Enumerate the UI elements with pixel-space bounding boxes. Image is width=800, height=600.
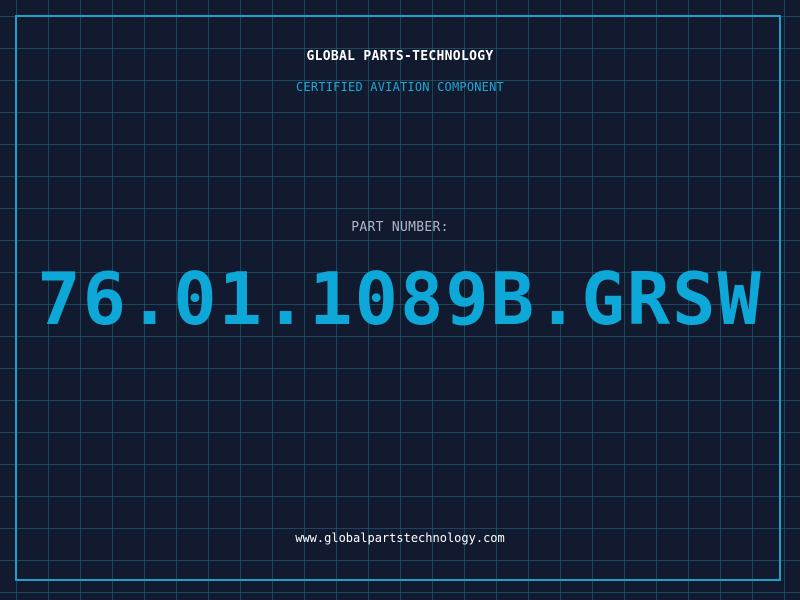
- part-number-value: 76.01.1089B.GRSW: [37, 257, 763, 341]
- part-label-card: GLOBAL PARTS-TECHNOLOGY CERTIFIED AVIATI…: [0, 0, 800, 600]
- company-name: GLOBAL PARTS-TECHNOLOGY: [306, 49, 494, 64]
- website-url: www.globalpartstechnology.com: [295, 531, 505, 545]
- part-number-label: PART NUMBER:: [351, 220, 449, 235]
- certification-tagline: CERTIFIED AVIATION COMPONENT: [296, 80, 504, 94]
